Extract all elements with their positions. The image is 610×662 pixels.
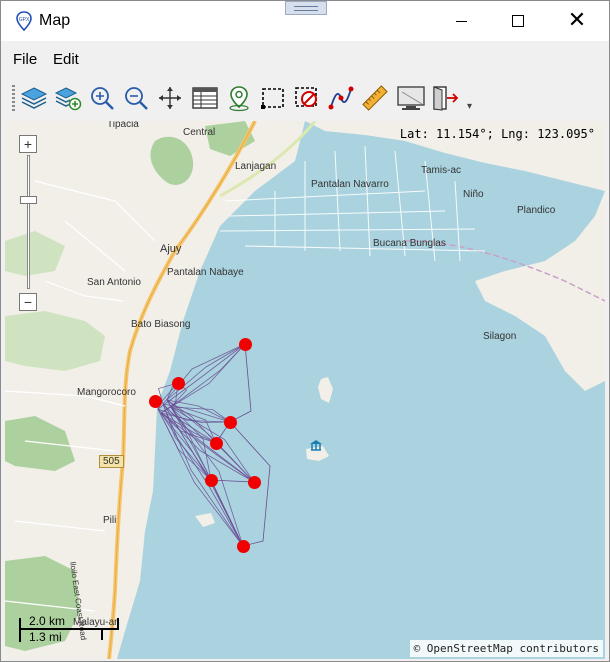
resize-grip[interactable]	[285, 1, 327, 15]
add-layer-button[interactable]	[52, 82, 84, 114]
pan-button[interactable]	[154, 82, 186, 114]
measure-ruler-button[interactable]	[359, 82, 391, 114]
location-pin-icon	[229, 86, 249, 112]
measure-ruler-icon	[362, 85, 388, 111]
waypoint-marker[interactable]	[172, 377, 185, 390]
exit-button[interactable]	[429, 82, 461, 114]
window-title: Map	[39, 12, 71, 29]
zoom-in-control[interactable]: +	[19, 135, 37, 153]
zoom-out-control[interactable]: −	[19, 293, 37, 311]
maximize-icon	[512, 15, 524, 27]
pan-icon	[159, 87, 181, 109]
screenshot-button[interactable]	[395, 82, 427, 114]
select-area-button[interactable]	[257, 82, 289, 114]
clear-selection-icon	[295, 87, 317, 107]
toolbar-grip-icon[interactable]	[12, 85, 15, 111]
gps-track-line	[157, 343, 246, 410]
toolbar: ▾	[1, 77, 609, 121]
scale-bar: 2.0 km 1.3 mi	[19, 614, 119, 644]
zoom-slider-handle[interactable]	[20, 196, 37, 204]
add-layer-icon	[54, 87, 82, 111]
menu-bar: File Edit	[1, 41, 609, 77]
waypoint-marker[interactable]	[149, 395, 162, 408]
map-window: GPX Map ✕ File Edit ▾ Tipacia Central La…	[0, 0, 610, 662]
zoom-out-icon	[125, 87, 148, 110]
waypoint-marker[interactable]	[224, 416, 237, 429]
zoom-in-icon	[91, 87, 114, 110]
close-icon: ✕	[567, 8, 587, 33]
scale-mi-label: 1.3 mi	[29, 630, 62, 644]
waypoint-marker[interactable]	[205, 474, 218, 487]
layers-icon	[20, 87, 48, 109]
clear-selection-button[interactable]	[291, 82, 323, 114]
close-button[interactable]: ✕	[554, 1, 600, 41]
scale-km-label: 2.0 km	[29, 614, 66, 628]
waypoint-marker[interactable]	[210, 437, 223, 450]
zoom-in-button[interactable]	[86, 82, 118, 114]
svg-text:GPX: GPX	[19, 17, 30, 23]
layers-button[interactable]	[18, 82, 50, 114]
waypoint-marker[interactable]	[239, 338, 252, 351]
coordinate-readout: Lat: 11.154°; Lng: 123.095°	[399, 127, 595, 141]
gps-track-line	[170, 343, 246, 408]
menu-edit[interactable]: Edit	[53, 51, 79, 68]
zoom-out-button[interactable]	[120, 82, 152, 114]
gps-track-layer	[157, 343, 271, 547]
gps-track-line	[157, 408, 244, 547]
scale-tick	[117, 618, 119, 630]
minimize-icon	[455, 20, 467, 22]
maximize-button[interactable]	[495, 1, 541, 41]
zoom-slider-track[interactable]	[27, 155, 30, 289]
exit-icon	[433, 86, 459, 111]
scale-tick	[19, 618, 21, 642]
location-pin-button[interactable]	[223, 82, 255, 114]
map-pin-app-icon: GPX	[16, 11, 32, 31]
table-icon	[192, 87, 218, 109]
screenshot-icon	[397, 86, 425, 110]
minimize-button[interactable]	[438, 1, 484, 41]
map-view[interactable]: Tipacia Central Lanjagan Pantalan Navarr…	[5, 121, 605, 659]
title-bar[interactable]: GPX Map ✕	[1, 1, 609, 41]
toolbar-overflow-icon[interactable]: ▾	[467, 101, 472, 112]
draw-path-button[interactable]	[325, 82, 357, 114]
draw-path-icon	[328, 86, 354, 110]
select-area-icon	[261, 88, 284, 109]
waypoint-marker[interactable]	[237, 540, 250, 553]
menu-file[interactable]: File	[13, 51, 37, 68]
table-button[interactable]	[189, 82, 221, 114]
scale-tick	[101, 628, 103, 640]
waypoint-marker[interactable]	[248, 476, 261, 489]
map-attribution[interactable]: © OpenStreetMap contributors	[409, 640, 603, 657]
